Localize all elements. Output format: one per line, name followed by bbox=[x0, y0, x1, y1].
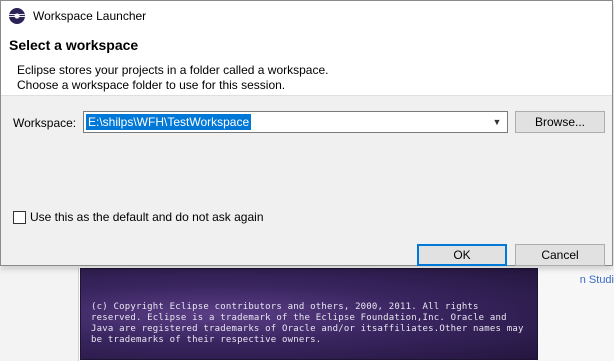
eclipse-icon bbox=[9, 8, 25, 24]
browse-button[interactable]: Browse... bbox=[515, 111, 605, 133]
default-checkbox[interactable] bbox=[13, 210, 26, 224]
description-line-1: Eclipse stores your projects in a folder… bbox=[17, 63, 329, 77]
splash-copyright-text: (c) Copyright Eclipse contributors and o… bbox=[91, 302, 524, 345]
workspace-label: Workspace: bbox=[13, 116, 77, 130]
workspace-launcher-dialog: Workspace Launcher Select a workspace Ec… bbox=[0, 0, 613, 266]
chevron-down-icon[interactable]: ▼ bbox=[491, 115, 503, 129]
eclipse-splash-screen: (c) Copyright Eclipse contributors and o… bbox=[80, 268, 538, 360]
background-side-text: n Studi bbox=[579, 274, 614, 286]
title-bar[interactable]: Workspace Launcher bbox=[1, 1, 612, 31]
default-checkbox-label[interactable]: Use this as the default and do not ask a… bbox=[30, 210, 264, 224]
dialog-header: Select a workspace Eclipse stores your p… bbox=[1, 31, 612, 96]
workspace-combo[interactable]: E:\shilps\WFH\TestWorkspace ▼ bbox=[83, 111, 508, 133]
workspace-path-value[interactable]: E:\shilps\WFH\TestWorkspace bbox=[86, 114, 252, 130]
ok-button[interactable]: OK bbox=[417, 244, 507, 266]
cancel-button[interactable]: Cancel bbox=[515, 244, 605, 266]
background-left-panel bbox=[0, 268, 79, 361]
description-line-2: Choose a workspace folder to use for thi… bbox=[17, 78, 286, 92]
default-option-row[interactable]: Use this as the default and do not ask a… bbox=[13, 209, 264, 225]
workspace-row: Workspace: E:\shilps\WFH\TestWorkspace ▼… bbox=[1, 111, 612, 135]
header-description: Eclipse stores your projects in a folder… bbox=[17, 63, 328, 93]
window-title: Workspace Launcher bbox=[33, 9, 147, 23]
page-title: Select a workspace bbox=[9, 37, 139, 53]
